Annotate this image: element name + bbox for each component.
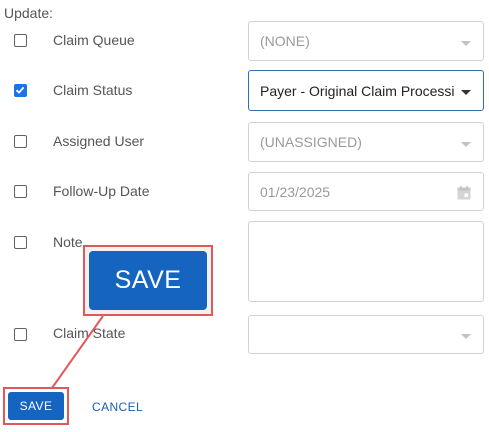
save-highlight: SAVE [3, 387, 69, 425]
save-zoom-label: SAVE [89, 251, 207, 310]
save-button[interactable]: SAVE [8, 392, 64, 420]
callout-connector [51, 315, 104, 389]
cancel-button[interactable]: CANCEL [92, 400, 143, 414]
save-zoom-callout: SAVE [83, 245, 213, 316]
